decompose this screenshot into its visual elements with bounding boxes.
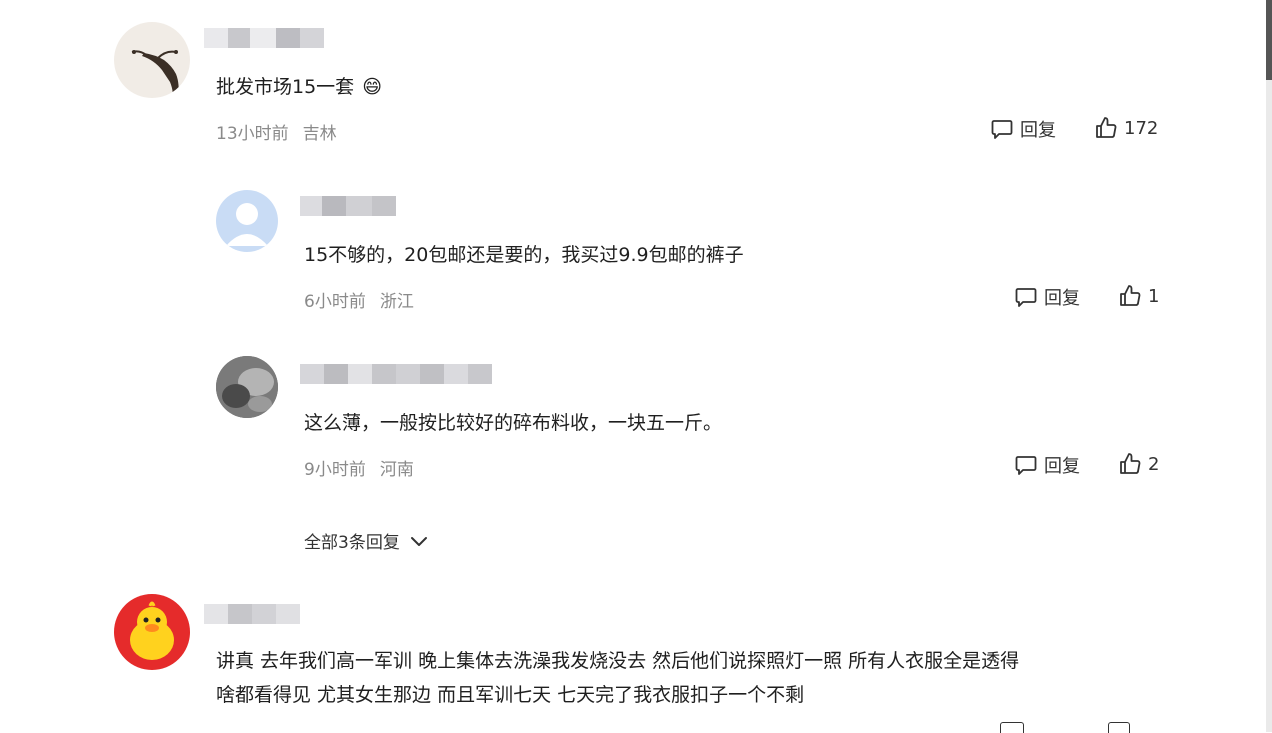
partial-reply-icon [1000,722,1024,733]
reply-button[interactable]: 回复 [1014,452,1080,478]
reply-label: 回复 [1044,456,1080,477]
like-count: 172 [1124,117,1159,139]
like-count: 2 [1148,453,1160,475]
scrollbar-track[interactable] [1266,0,1272,732]
comment-meta: 13小时前 吉林 [216,119,337,144]
comment-text: 这么薄，一般按比较好的碎布料收，一块五一斤。 [304,412,723,434]
like-button[interactable]: 1 [1118,284,1159,308]
comment-time: 13小时前 [216,124,289,144]
thumbs-up-icon [1120,285,1141,306]
thumbs-up-icon [1120,453,1141,474]
chevron-down-icon [410,536,427,546]
reply-label: 回复 [1020,120,1056,141]
expand-replies-label: 全部3条回复 [304,533,400,553]
photo-avatar-image [216,356,278,418]
comment-text: 15不够的，20包邮还是要的，我买过9.9包邮的裤子 [304,244,744,266]
comment-bubble-icon [1015,456,1037,475]
like-button[interactable]: 2 [1118,452,1159,476]
avatar[interactable] [216,190,278,252]
like-count: 1 [1148,285,1160,307]
expand-replies-button[interactable]: 全部3条回复 [304,528,430,553]
avatar[interactable] [216,356,278,418]
avatar[interactable] [114,22,190,98]
comment-meta: 9小时前 河南 [304,455,414,480]
default-user-avatar-icon [226,203,268,246]
tree-avatar-image [131,50,179,98]
username-blurred[interactable] [204,604,300,624]
comment-meta: 6小时前 浙江 [304,287,414,312]
comment-time: 6小时前 [304,292,366,312]
like-button[interactable]: 172 [1094,116,1158,140]
yellow-duck-avatar-image [130,601,174,660]
comment-text-line-1: 讲真 去年我们高一军训 晚上集体去洗澡我发烧没去 然后他们说探照灯一照 所有人衣… [216,650,1020,672]
comment-time: 9小时前 [304,460,366,480]
reply-label: 回复 [1044,288,1080,309]
comment-location: 浙江 [379,292,414,312]
username-blurred[interactable] [204,28,324,48]
reply-button[interactable]: 回复 [990,116,1056,142]
reply-button[interactable]: 回复 [1014,284,1080,310]
comment-text-line-2: 啥都看得见 尤其女生那边 而且军训七天 七天完了我衣服扣子一个不剩 [216,684,805,706]
comment-text: 批发市场15一套 😄 [216,76,382,98]
comment-bubble-icon [1015,288,1037,307]
username-blurred[interactable] [300,364,492,384]
username-blurred[interactable] [300,196,396,216]
smile-emoji-icon: 😄 [362,76,382,98]
comment-location: 吉林 [302,124,337,144]
comment-location: 河南 [379,460,414,480]
thumbs-up-icon [1096,117,1117,138]
scrollbar-thumb[interactable] [1266,0,1272,80]
comment-bubble-icon [991,120,1013,139]
avatar[interactable] [114,594,190,670]
partial-like-icon [1108,722,1130,733]
